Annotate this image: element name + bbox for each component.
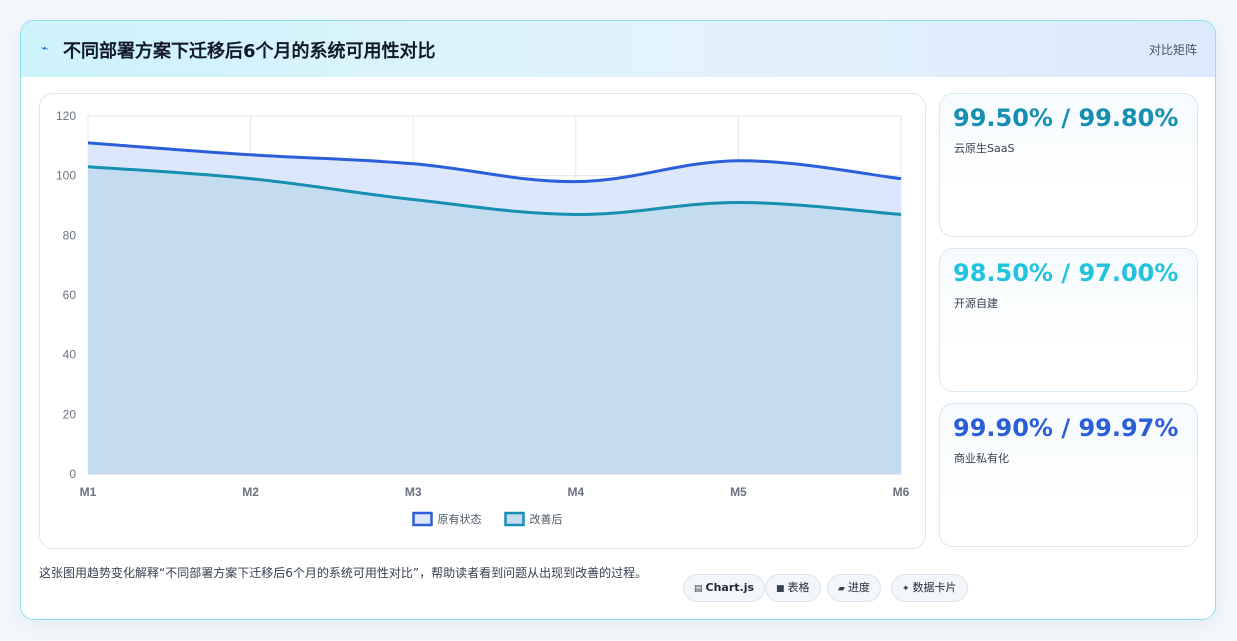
- y-tick-label: 100: [56, 169, 76, 183]
- series-area-1: [88, 166, 901, 474]
- trend-icon: ⌁: [41, 41, 49, 55]
- legend-swatch: [412, 511, 433, 527]
- x-tick-label: M4: [567, 485, 584, 499]
- chart-title: 不同部署方案下迁移后6个月的系统可用性对比: [63, 41, 436, 62]
- x-tick-label: M1: [80, 485, 97, 499]
- legend-label: 改善后: [530, 512, 563, 526]
- chip-data-card[interactable]: ✦ 数据卡片: [891, 574, 968, 602]
- chart-description: 这张图用趋势变化解释“不同部署方案下迁移后6个月的系统可用性对比”，帮助读者看到…: [39, 566, 648, 580]
- compare-matrix-link[interactable]: 对比矩阵: [1149, 41, 1197, 58]
- stat-card-saas: 99.50% / 99.80% 云原生SaaS: [939, 93, 1198, 237]
- chip-label: 表格: [787, 581, 810, 594]
- card-header: ⌁ 不同部署方案下迁移后6个月的系统可用性对比 对比矩阵: [21, 21, 1215, 77]
- x-tick-label: M2: [242, 485, 259, 499]
- chip-chartjs[interactable]: ▤ Chart.js: [683, 574, 766, 602]
- stat-label: 云原生SaaS: [954, 142, 1015, 155]
- stat-value: 98.50% / 97.00%: [953, 259, 1179, 287]
- chip-label: Chart.js: [705, 581, 755, 594]
- y-tick-label: 80: [63, 228, 77, 242]
- stat-card-opensource: 98.50% / 97.00% 开源自建: [939, 248, 1198, 392]
- y-tick-label: 20: [63, 407, 77, 421]
- card-icon: ✦: [902, 584, 910, 594]
- chip-label: 进度: [847, 581, 870, 594]
- y-tick-label: 120: [56, 109, 76, 123]
- area-chart: 0 20 40 60 80 100 120 M1 M2 M3 M4 M5 M6 原有状态 改善后: [56, 109, 910, 527]
- chip-progress[interactable]: ▰ 进度: [827, 574, 881, 602]
- stat-value: 99.90% / 99.97%: [953, 414, 1179, 442]
- chart-card: ⌁ 不同部署方案下迁移后6个月的系统可用性对比 对比矩阵 0 20 40 60 80 10…: [20, 20, 1216, 620]
- stat-card-private: 99.90% / 99.97% 商业私有化: [939, 403, 1198, 547]
- stat-label: 商业私有化: [954, 452, 1009, 465]
- x-tick-label: M5: [730, 485, 747, 499]
- legend-label: 原有状态: [438, 512, 482, 526]
- chart-panel: 0 20 40 60 80 100 120 M1 M2 M3 M4 M5 M6 原有状态 改善后: [39, 93, 926, 549]
- table-icon: ■: [776, 584, 785, 594]
- progress-icon: ▰: [838, 584, 845, 594]
- y-tick-label: 60: [63, 288, 77, 302]
- stat-value: 99.50% / 99.80%: [953, 104, 1179, 132]
- x-tick-label: M6: [893, 485, 910, 499]
- y-tick-label: 40: [63, 348, 77, 362]
- stat-label: 开源自建: [954, 297, 998, 310]
- chip-label: 数据卡片: [912, 581, 957, 594]
- chip-table[interactable]: ■ 表格: [765, 574, 821, 602]
- legend-swatch: [504, 511, 525, 527]
- x-tick-label: M3: [405, 485, 422, 499]
- chart-icon: ▤: [694, 584, 703, 594]
- y-tick-label: 0: [69, 467, 76, 481]
